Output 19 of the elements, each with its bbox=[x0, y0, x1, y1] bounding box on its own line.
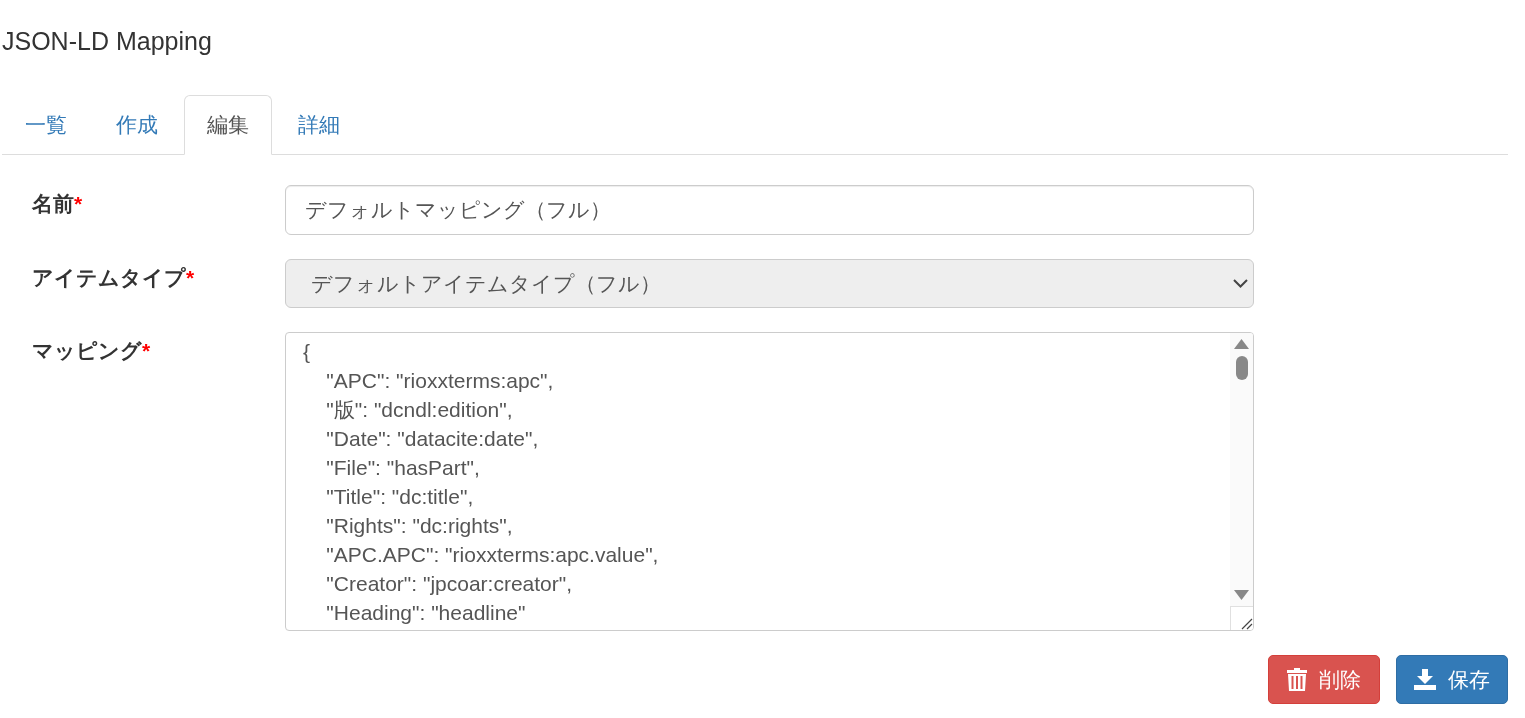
tab[interactable]: 編集 bbox=[184, 95, 272, 155]
save-button[interactable]: 保存 bbox=[1396, 655, 1508, 704]
tab[interactable]: 一覧 bbox=[2, 95, 90, 154]
name-input[interactable]: デフォルトマッピング（フル） bbox=[285, 185, 1254, 235]
field-label: マッピング* bbox=[31, 338, 152, 364]
tab[interactable]: 作成 bbox=[93, 95, 181, 154]
trash-icon bbox=[1287, 668, 1307, 691]
chevron-down-icon bbox=[1233, 279, 1248, 288]
resize-grip-icon[interactable] bbox=[1241, 618, 1253, 630]
scroll-down-icon[interactable] bbox=[1234, 590, 1249, 600]
scrollbar-thumb[interactable] bbox=[1235, 356, 1248, 380]
tab[interactable]: 詳細 bbox=[275, 95, 363, 154]
download-icon bbox=[1414, 669, 1436, 690]
scroll-up-icon[interactable] bbox=[1234, 339, 1249, 349]
mapping-textarea[interactable]: { "APC": "rioxxterms:apc", "版": "dcndl:edition", "Date": "datacite:date", "File": "hasPart", "Title": "dc:title", "Rights": "dc:rights", "APC.APC": "rioxxterms:apc.value", "Creator": "jpcoar:creator", "Heading": "headline" bbox=[285, 332, 1254, 631]
page-title: JSON-LD Mapping bbox=[2, 26, 212, 56]
field-label: 名前* bbox=[31, 191, 84, 217]
delete-button[interactable]: 削除 bbox=[1268, 655, 1380, 704]
field-label: アイテムタイプ* bbox=[31, 265, 196, 291]
